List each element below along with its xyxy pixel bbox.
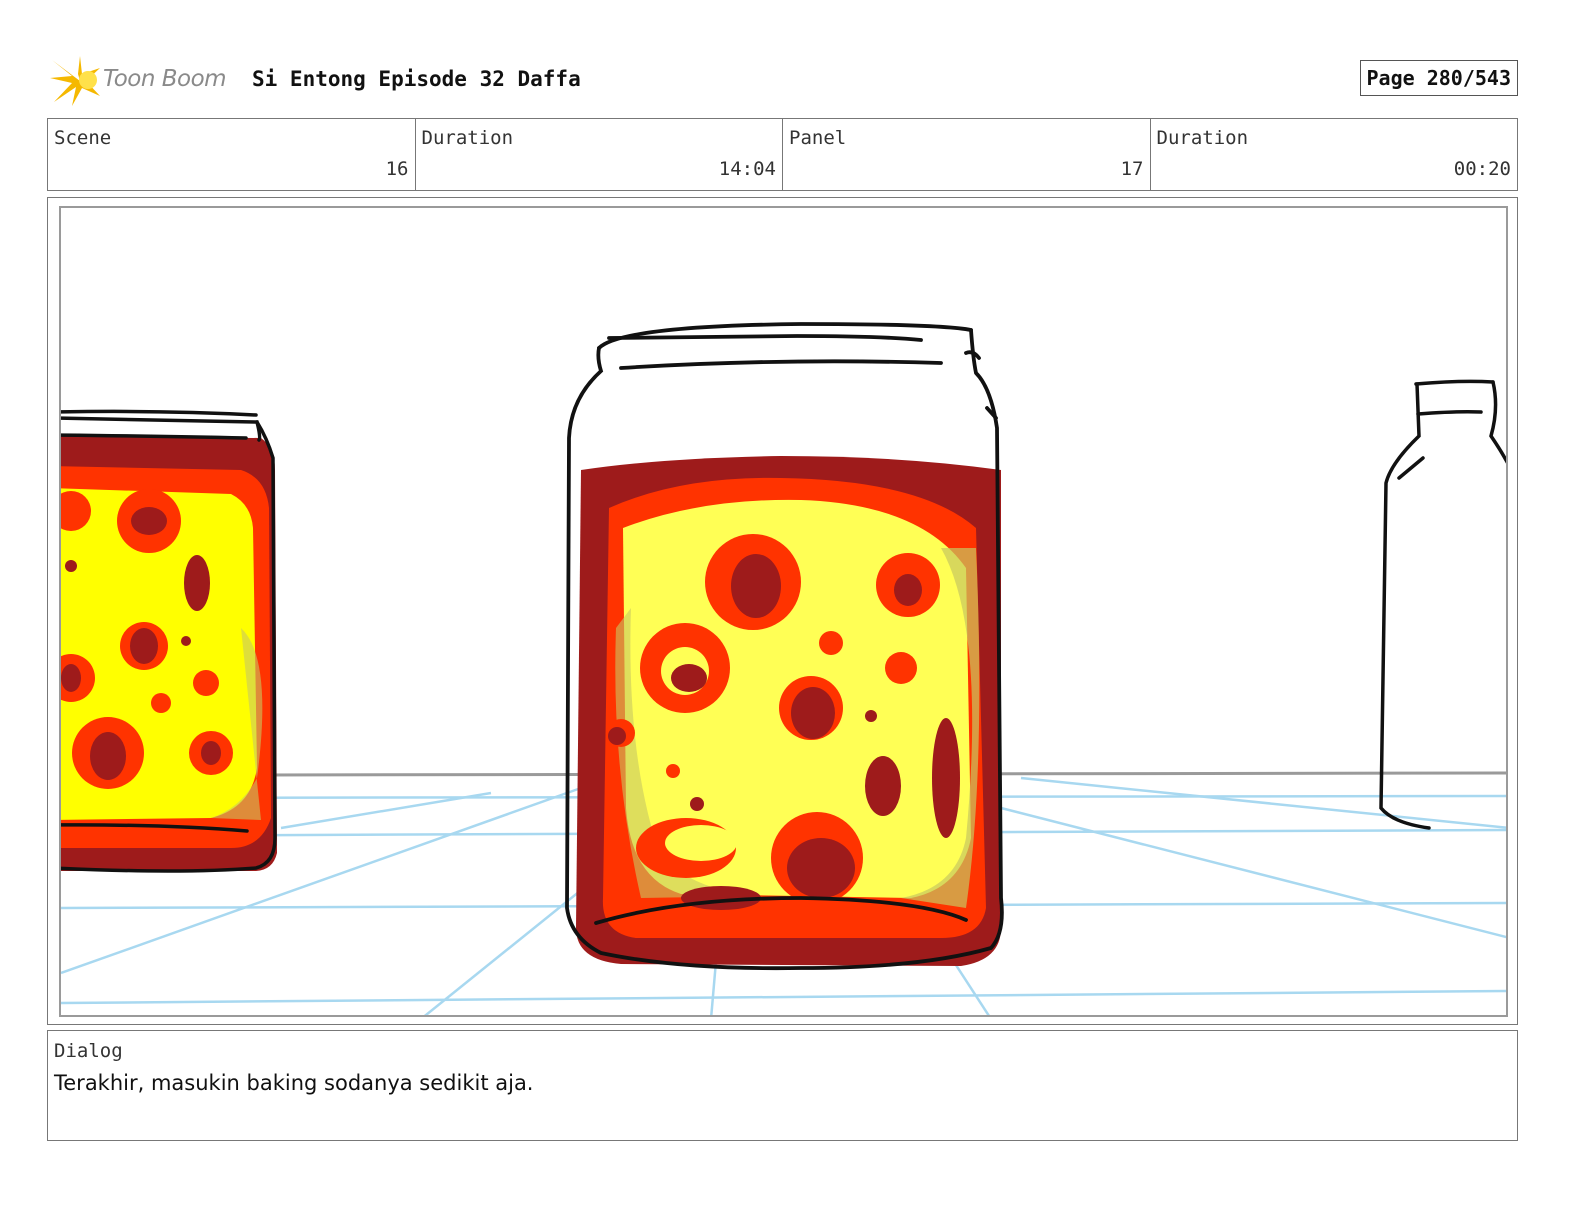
page-number: Page 280/543 [1359, 60, 1518, 96]
dialog-box: Dialog Terakhir, masukin baking sodanya … [47, 1030, 1518, 1141]
panel-duration-value: 00:20 [1453, 158, 1511, 180]
storyboard-header: Toon Boom Si Entong Episode 32 Daffa Pag… [48, 54, 1518, 108]
dialog-label: Dialog [54, 1040, 123, 1062]
toon-boom-logo: Toon Boom [48, 54, 238, 108]
panel-value: 17 [1120, 158, 1144, 180]
left-jar [61, 409, 277, 873]
panel-label: Panel [789, 127, 847, 149]
scene-duration-cell: Duration 14:04 [416, 119, 783, 190]
panel-drawing [59, 206, 1508, 1017]
panel-frame [47, 197, 1518, 1025]
center-jar [565, 322, 1004, 971]
scene-label: Scene [54, 127, 112, 149]
panel-duration-label: Duration [1156, 127, 1249, 149]
document-title: Si Entong Episode 32 Daffa [252, 67, 581, 91]
scene-value: 16 [385, 158, 409, 180]
right-bottle [1379, 379, 1506, 830]
panel-duration-cell: Duration 00:20 [1151, 119, 1518, 190]
logo-text: Toon Boom [103, 66, 227, 92]
scene-cell: Scene 16 [48, 119, 416, 190]
info-row: Scene 16 Duration 14:04 Panel 17 Duratio… [47, 118, 1518, 191]
scene-duration-value: 14:04 [718, 158, 776, 180]
scene-duration-label: Duration [421, 127, 514, 149]
panel-cell: Panel 17 [783, 119, 1151, 190]
starburst-icon [50, 56, 100, 106]
storyboard-sketch [61, 322, 1506, 1015]
dialog-text: Terakhir, masukin baking sodanya sedikit… [54, 1071, 534, 1095]
